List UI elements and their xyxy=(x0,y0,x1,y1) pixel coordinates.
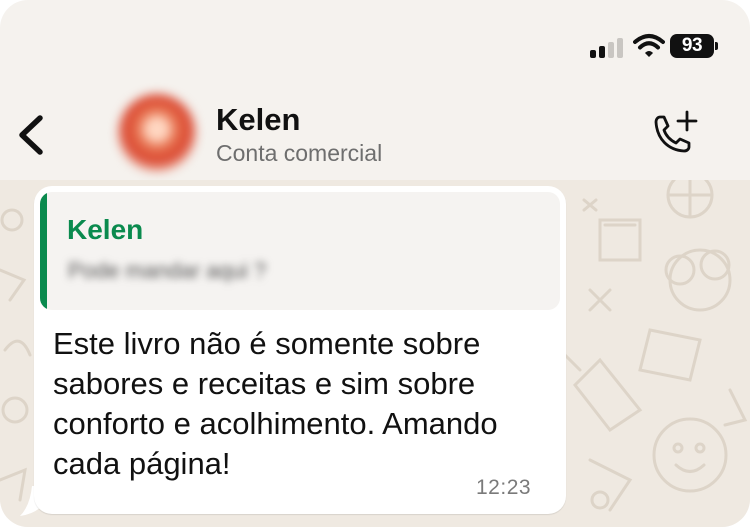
message-bubble[interactable]: Kelen Pode mandar aqui ? Este livro não … xyxy=(34,186,566,514)
chevron-left-icon[interactable] xyxy=(14,112,48,158)
chat-screen: 93 Kelen Conta comercial Kelen Pode mand… xyxy=(0,0,750,527)
contact-name[interactable]: Kelen xyxy=(216,102,300,138)
battery-tip xyxy=(715,42,718,50)
status-bar: 93 xyxy=(0,0,750,90)
wifi-icon xyxy=(633,34,665,57)
phone-add-icon[interactable] xyxy=(647,108,699,160)
quoted-text: Pode mandar aqui ? xyxy=(68,258,267,283)
message-timestamp: 12:23 xyxy=(476,476,532,499)
chat-header: Kelen Conta comercial xyxy=(0,90,750,180)
avatar[interactable] xyxy=(118,94,196,172)
chat-area[interactable]: Kelen Pode mandar aqui ? Este livro não … xyxy=(0,180,750,527)
contact-subtitle[interactable]: Conta comercial xyxy=(216,140,382,167)
quoted-author: Kelen xyxy=(67,214,144,245)
battery-indicator: 93 xyxy=(670,34,714,58)
signal-icon xyxy=(590,36,626,58)
quote-accent-bar xyxy=(40,192,47,310)
quoted-message[interactable]: Kelen Pode mandar aqui ? xyxy=(40,192,560,310)
message-text: Este livro não é somente sobre sabores e… xyxy=(53,326,498,481)
